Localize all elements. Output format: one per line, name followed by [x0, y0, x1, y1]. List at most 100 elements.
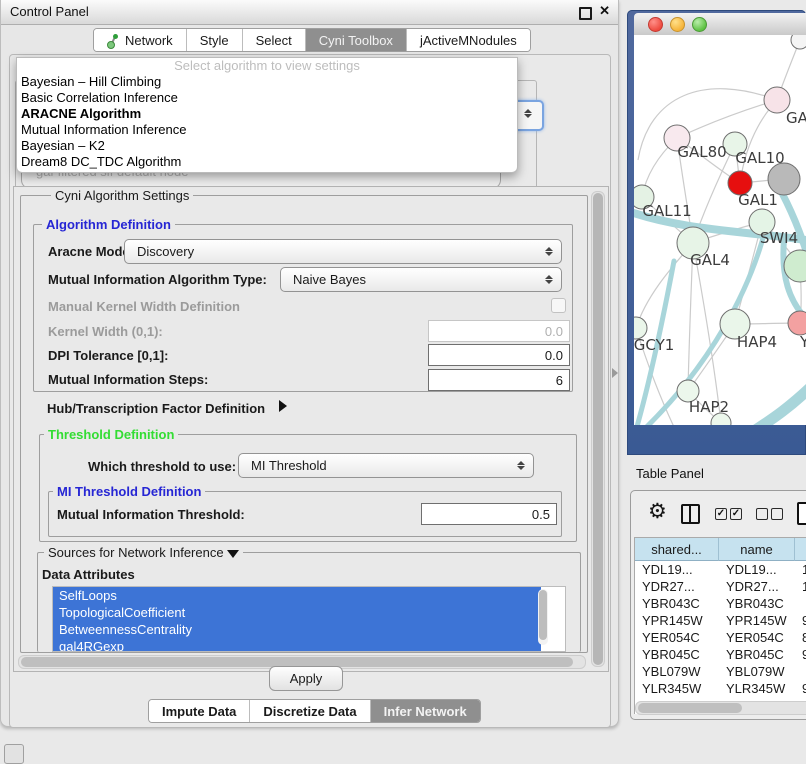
- attribute-item[interactable]: gal4RGexp: [53, 638, 541, 652]
- attribute-item[interactable]: TopologicalCoefficient: [53, 604, 541, 621]
- kernel-width-field[interactable]: 0.0: [428, 320, 570, 342]
- table-cell: YBL079W: [635, 664, 719, 679]
- algorithm-option[interactable]: Bayesian – Hill Climbing: [17, 74, 517, 90]
- apply-button[interactable]: Apply: [269, 666, 343, 691]
- cyni-algorithm-settings-group: Cyni Algorithm Settings Algorithm Defini…: [20, 195, 588, 653]
- minimize-traffic-light[interactable]: [670, 17, 685, 32]
- table-body: YDL19...YDL19...13YDR27...YDR27...12YBR0…: [635, 561, 806, 714]
- table-cell: YBR045C: [635, 647, 719, 662]
- network-node-label: GAL1: [738, 191, 778, 209]
- splitpane-handle-icon[interactable]: [612, 368, 618, 378]
- algorithm-definition-group: Algorithm Definition Aracne Mode: Discov…: [33, 224, 573, 392]
- vertical-scrollbar[interactable]: [591, 191, 605, 667]
- table-cell: YDL19...: [635, 562, 719, 577]
- tab-label: Select: [256, 33, 292, 48]
- mi-steps-field[interactable]: 6: [428, 369, 570, 391]
- mi-threshold-field[interactable]: 0.5: [421, 503, 557, 525]
- manual-kernel-label: Manual Kernel Width Definition: [48, 299, 240, 314]
- table-cell: YPR145W: [719, 613, 795, 628]
- select-all-checkbox-icon[interactable]: ✓: [730, 508, 742, 520]
- attribute-item[interactable]: SelfLoops: [53, 587, 541, 604]
- mi-steps-value: 6: [556, 373, 563, 388]
- algorithm-option[interactable]: Dream8 DC_TDC Algorithm: [17, 154, 517, 170]
- table-row[interactable]: YBR045CYBR045C9.: [635, 646, 806, 663]
- gear-icon[interactable]: ⚙: [648, 499, 667, 524]
- algorithm-option[interactable]: ARACNE Algorithm: [17, 106, 517, 122]
- list-scrollbar-thumb[interactable]: [539, 590, 547, 640]
- network-node[interactable]: [791, 35, 806, 49]
- sources-title: Sources for Network Inference: [44, 545, 243, 560]
- table-row[interactable]: YPR145WYPR145W9.: [635, 612, 806, 629]
- tab-label: Cyni Toolbox: [319, 33, 393, 48]
- popup-item-list: Bayesian – Hill ClimbingBasic Correlatio…: [17, 74, 517, 170]
- column-layout-icon[interactable]: [681, 504, 700, 524]
- table-cell: YER054C: [635, 630, 719, 645]
- close-icon[interactable]: ✕: [599, 3, 610, 19]
- network-canvas[interactable]: GALGAL80GAL10GAL1GAL11SWI4GAL4GCY1HAP4YH…: [634, 35, 806, 425]
- dpi-tolerance-field[interactable]: 0.0: [428, 344, 570, 366]
- minimized-panel-icon[interactable]: [4, 744, 24, 764]
- table-horizontal-scrollbar[interactable]: [635, 701, 806, 715]
- table-cell: YBR043C: [719, 596, 795, 611]
- network-node[interactable]: [788, 311, 806, 335]
- scrollbar-thumb[interactable]: [593, 193, 603, 665]
- data-attributes-label: Data Attributes: [42, 567, 135, 582]
- table-row[interactable]: YER054CYER054C8.: [635, 629, 806, 646]
- bottom-tab-infer-network[interactable]: Infer Network: [371, 700, 480, 722]
- table-row[interactable]: YBR043CYBR043C: [635, 595, 806, 612]
- algorithm-option[interactable]: Basic Correlation Inference: [17, 90, 517, 106]
- tab-label: jActiveMNodules: [420, 33, 517, 48]
- algorithm-option[interactable]: Mutual Information Inference: [17, 122, 517, 138]
- algorithm-definition-title: Algorithm Definition: [42, 217, 175, 232]
- table-cell: YPR145W: [635, 613, 719, 628]
- algorithm-option[interactable]: Bayesian – K2: [17, 138, 517, 154]
- network-node-label: HAP4: [737, 333, 777, 351]
- column-header[interactable]: shared...: [635, 538, 719, 561]
- aracne-mode-value: Discovery: [125, 244, 544, 259]
- table-row[interactable]: YDL19...YDL19...13: [635, 561, 806, 578]
- attribute-item[interactable]: BetweennessCentrality: [53, 621, 541, 638]
- table-cell: YER054C: [719, 630, 795, 645]
- close-traffic-light[interactable]: [648, 17, 663, 32]
- tab-label: Discretize Data: [263, 704, 356, 719]
- column-header[interactable]: name: [719, 538, 795, 561]
- tab-jactivemnodules[interactable]: jActiveMNodules: [407, 29, 530, 51]
- cyni-algorithm-settings-title: Cyni Algorithm Settings: [51, 188, 193, 203]
- tab-network[interactable]: Network: [94, 29, 187, 51]
- new-table-icon[interactable]: [797, 502, 806, 525]
- network-node-label: Y: [799, 333, 806, 351]
- sources-collapse-icon[interactable]: [227, 550, 239, 558]
- zoom-traffic-light[interactable]: [692, 17, 707, 32]
- tab-style[interactable]: Style: [187, 29, 243, 51]
- data-attributes-list[interactable]: SelfLoopsTopologicalCoefficientBetweenne…: [52, 586, 566, 652]
- mi-type-combo[interactable]: Naive Bayes: [280, 267, 562, 292]
- table-cell: YDR27...: [635, 579, 719, 594]
- network-window-titlebar[interactable]: [634, 13, 806, 36]
- manual-kernel-checkbox[interactable]: [551, 298, 566, 313]
- deselect-checkbox-icon[interactable]: [771, 508, 783, 520]
- select-all-checkbox-icon[interactable]: ✓: [715, 508, 727, 520]
- tab-cyni-toolbox[interactable]: Cyni Toolbox: [306, 29, 407, 51]
- table-cell: 9.: [795, 613, 806, 628]
- list-scrollbar[interactable]: [538, 589, 548, 645]
- tab-label: Infer Network: [384, 704, 467, 719]
- table-row[interactable]: YLR345WYLR345W9.: [635, 680, 806, 697]
- scrollbar-thumb[interactable]: [638, 703, 742, 713]
- tab-select[interactable]: Select: [243, 29, 306, 51]
- deselect-checkbox-icon[interactable]: [756, 508, 768, 520]
- control-panel-title: Control Panel: [10, 4, 89, 19]
- control-panel-titlebar[interactable]: Control Panel ✕: [1, 0, 618, 25]
- network-node-label: HAP2: [689, 398, 729, 416]
- column-header[interactable]: [795, 538, 806, 561]
- table-row[interactable]: YBL079WYBL079W: [635, 663, 806, 680]
- bottom-tab-impute-data[interactable]: Impute Data: [149, 700, 250, 722]
- table-row[interactable]: YDR27...YDR27...12: [635, 578, 806, 595]
- which-threshold-combo[interactable]: MI Threshold: [238, 453, 534, 478]
- sources-group: Sources for Network Inference Data Attri…: [37, 552, 581, 652]
- network-node-label: GAL4: [690, 251, 730, 269]
- float-window-icon[interactable]: [579, 7, 592, 20]
- hub-expand-icon[interactable]: [279, 400, 287, 412]
- aracne-mode-combo[interactable]: Discovery: [124, 239, 562, 264]
- bottom-tab-discretize-data[interactable]: Discretize Data: [250, 700, 370, 722]
- aracne-mode-label: Aracne Mode:: [48, 244, 134, 259]
